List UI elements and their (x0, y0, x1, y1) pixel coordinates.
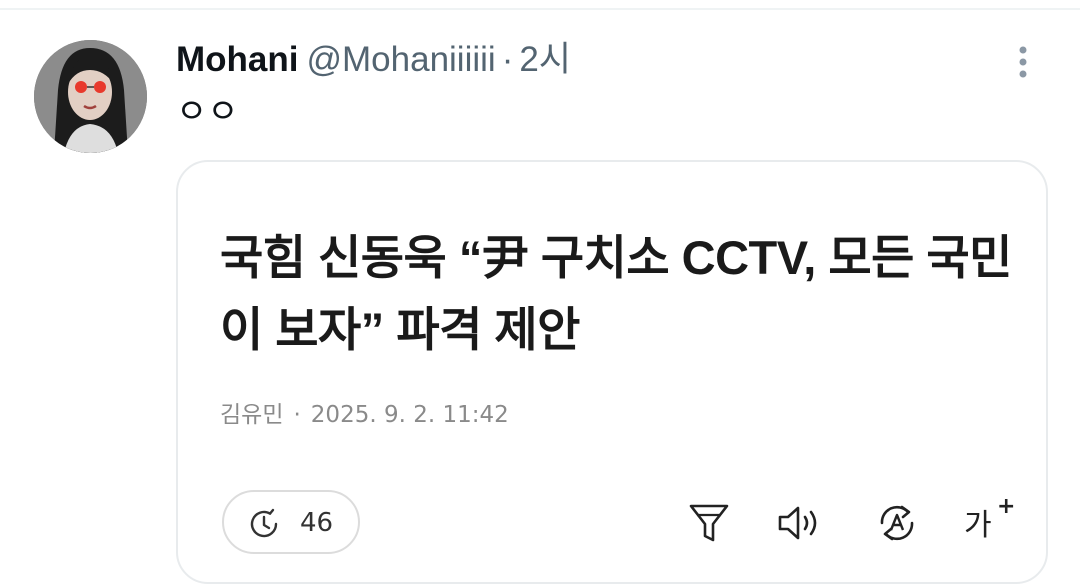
views-count: 46 (300, 508, 334, 538)
separator-dot: · (501, 40, 514, 79)
avatar-image (34, 40, 147, 153)
article-meta: 김유민 · 2025. 9. 2. 11:42 (220, 400, 509, 430)
views-button[interactable]: 46 (222, 490, 360, 554)
more-vertical-icon (1019, 46, 1027, 78)
translate-button[interactable] (872, 498, 922, 548)
meta-separator: · (293, 402, 301, 428)
more-options-button[interactable] (1008, 42, 1038, 82)
clock-icon (250, 508, 278, 538)
translate-icon (880, 505, 914, 541)
tweet-header: Mohani @Mohaniiiiii · 2시 (176, 36, 571, 84)
article-card[interactable]: 국힘 신동욱 “尹 구치소 CCTV, 모든 국민이 보자” 파격 제안 김유민… (176, 160, 1048, 584)
filter-button[interactable] (684, 498, 734, 548)
post-time[interactable]: 2시 (519, 40, 571, 79)
top-divider (0, 8, 1080, 10)
article-date: 2025. 9. 2. 11:42 (310, 402, 509, 428)
listen-button[interactable] (774, 498, 824, 548)
speaker-icon (778, 506, 817, 540)
font-size-icon: 가 (964, 508, 992, 543)
article-author: 김유민 (220, 402, 284, 428)
display-name[interactable]: Mohani (176, 40, 298, 79)
avatar[interactable] (34, 40, 147, 153)
user-handle[interactable]: @Mohaniiiiii (306, 40, 495, 79)
font-size-button[interactable]: 가 + (964, 494, 1024, 550)
article-headline[interactable]: 국힘 신동욱 “尹 구치소 CCTV, 모든 국민이 보자” 파격 제안 (220, 222, 1020, 366)
filter-icon (689, 504, 729, 542)
font-size-plus: + (997, 494, 1016, 519)
tweet-text: ㅇㅇ (176, 92, 239, 132)
